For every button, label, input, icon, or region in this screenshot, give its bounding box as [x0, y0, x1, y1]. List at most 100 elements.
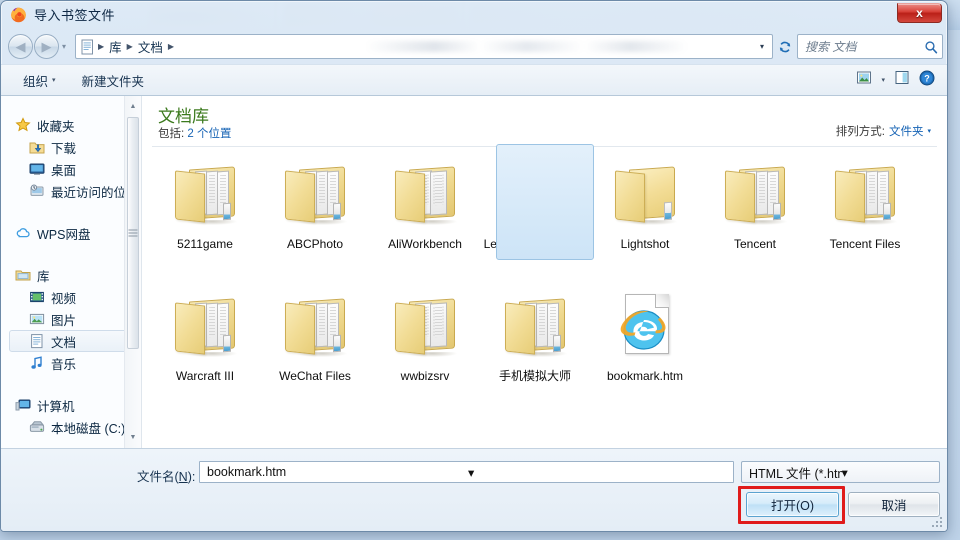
- items-row: Warcraft III WeChat Files wwbizsrv 手机模拟大…: [150, 144, 943, 418]
- address-dropdown-icon[interactable]: ▾: [757, 42, 770, 51]
- back-button[interactable]: ◀: [8, 34, 33, 59]
- item-thumbnail: [165, 292, 245, 364]
- filename-label-end: ):: [187, 470, 196, 484]
- navigation-bar: ◀ ▶ ▾ ▶ 库 ▶ 文档 ▶ ▾ 搜索 文档: [1, 30, 947, 64]
- sidebar-item-local-disk-c[interactable]: 本地磁盘 (C:): [1, 416, 141, 438]
- cancel-button[interactable]: 取消: [848, 492, 940, 517]
- sidebar-label: 视频: [51, 291, 77, 306]
- list-item[interactable]: WeChat Files: [260, 286, 370, 418]
- window-title: 导入书签文件: [34, 8, 116, 23]
- firefox-icon: [10, 6, 27, 23]
- back-arrow-icon: ◀: [15, 39, 26, 54]
- sidebar-item-recent-places[interactable]: 最近访问的位置: [1, 180, 141, 202]
- search-input[interactable]: 搜索 文档: [805, 38, 924, 55]
- library-title: 文档库: [158, 107, 209, 126]
- cloud-icon: [15, 225, 31, 241]
- title-bar[interactable]: 导入书签文件 x: [1, 1, 947, 30]
- item-label: ABCPhoto: [286, 237, 344, 251]
- sidebar-label: 下载: [51, 141, 77, 156]
- forward-button[interactable]: ▶: [34, 34, 59, 59]
- chevron-down-icon[interactable]: ▾: [927, 127, 931, 135]
- address-bar[interactable]: ▶ 库 ▶ 文档 ▶ ▾: [75, 34, 773, 59]
- breadcrumb-separator: ▶: [98, 42, 105, 51]
- documents-icon: [29, 333, 45, 349]
- filetype-select[interactable]: HTML 文件 (*.html;*.htm;*.sht ▾: [741, 461, 940, 483]
- chevron-down-icon: ▾: [52, 77, 56, 84]
- organize-button[interactable]: 组织 ▾: [23, 71, 56, 90]
- search-icon: [925, 40, 938, 53]
- scrollbar-thumb[interactable]: [127, 117, 139, 349]
- scroll-up-icon[interactable]: ▲: [125, 98, 141, 115]
- breadcrumb-item-library[interactable]: 库: [105, 37, 126, 56]
- breadcrumb-item-documents[interactable]: 文档: [134, 37, 167, 56]
- sidebar-item-favorites[interactable]: 收藏夹: [1, 114, 141, 136]
- item-label: AliWorkbench: [388, 237, 462, 251]
- filetype-value: HTML 文件 (*.html;*.htm;*.sht: [749, 466, 842, 481]
- internet-explorer-file-icon: [619, 294, 673, 360]
- view-mode-button[interactable]: [856, 70, 872, 90]
- folder-documents-icon: [393, 166, 457, 225]
- folder-icon: [833, 166, 897, 225]
- new-folder-button[interactable]: 新建文件夹: [82, 71, 145, 90]
- preview-pane-button[interactable]: [894, 70, 910, 90]
- cancel-button-label: 取消: [881, 499, 907, 513]
- sidebar-scrollbar[interactable]: ▲ ▼: [124, 96, 141, 448]
- view-mode-dropdown-icon[interactable]: ▾: [881, 76, 885, 84]
- svg-text:?: ?: [924, 73, 930, 83]
- sidebar-item-documents[interactable]: 文档: [9, 330, 137, 352]
- arrange-by-value[interactable]: 文件夹: [889, 123, 924, 139]
- list-item[interactable]: Tencent Files: [810, 154, 920, 286]
- sidebar-label: 桌面: [51, 163, 77, 178]
- recent-places-icon: [29, 183, 45, 199]
- search-box[interactable]: 搜索 文档: [797, 34, 943, 59]
- breadcrumb-separator[interactable]: ▶: [167, 42, 175, 51]
- computer-icon: [15, 397, 31, 413]
- list-item[interactable]: Tencent: [700, 154, 810, 286]
- sidebar-item-wps-cloud[interactable]: WPS网盘: [1, 222, 141, 244]
- sidebar-item-pictures[interactable]: 图片: [1, 308, 141, 330]
- library-locations-link[interactable]: 2 个位置: [187, 128, 231, 140]
- address-bar-empty-area[interactable]: [181, 41, 757, 52]
- list-item[interactable]: Lightshot: [590, 154, 700, 286]
- sidebar-label: WPS网盘: [37, 227, 91, 242]
- sidebar-item-videos[interactable]: 视频: [1, 286, 141, 308]
- toolbar-right-group: ▾ ?: [856, 70, 935, 91]
- sidebar-label: 文档: [51, 335, 77, 350]
- sidebar-group-libraries: 库 视频 图片 文档 音乐: [1, 264, 141, 374]
- list-item[interactable]: 5211game: [150, 154, 260, 286]
- sidebar-group-computer: 计算机 本地磁盘 (C:): [1, 394, 141, 438]
- refresh-button[interactable]: [775, 36, 795, 57]
- item-thumbnail: [275, 292, 355, 364]
- library-subtitle-prefix: 包括:: [158, 128, 188, 140]
- item-label: Tencent Files: [829, 237, 901, 251]
- list-item[interactable]: Warcraft III: [150, 286, 260, 418]
- close-button[interactable]: x: [897, 3, 942, 23]
- sidebar-item-computer[interactable]: 计算机: [1, 394, 141, 416]
- resize-grip-icon[interactable]: [931, 516, 942, 527]
- harddisk-icon: [29, 419, 45, 435]
- preview-pane-icon: [895, 71, 909, 84]
- item-label: 手机模拟大师: [498, 369, 571, 383]
- star-icon: [15, 117, 31, 133]
- sidebar-item-music[interactable]: 音乐: [1, 352, 141, 374]
- breadcrumb-separator: ▶: [126, 42, 133, 51]
- list-item[interactable]: 手机模拟大师: [480, 286, 590, 418]
- sidebar-group-favorites: 收藏夹 下载 桌面 最近访问的位置: [1, 114, 141, 202]
- list-item[interactable]: ABCPhoto: [260, 154, 370, 286]
- sidebar-item-libraries[interactable]: 库: [1, 264, 141, 286]
- list-item[interactable]: AliWorkbench: [370, 154, 480, 286]
- list-item[interactable]: wwbizsrv: [370, 286, 480, 418]
- item-label: Lightshot: [620, 237, 670, 251]
- sidebar-item-desktop[interactable]: 桌面: [1, 158, 141, 180]
- list-item-selected[interactable]: bookmark.htm: [495, 144, 700, 418]
- help-button[interactable]: ?: [919, 70, 935, 91]
- arrange-by-control[interactable]: 排列方式: 文件夹 ▾: [836, 123, 931, 139]
- forward-arrow-icon: ▶: [41, 39, 52, 54]
- scroll-down-icon[interactable]: ▼: [125, 429, 141, 446]
- item-label: wwbizsrv: [400, 369, 450, 383]
- filename-dropdown-icon[interactable]: ▾: [468, 465, 729, 480]
- library-header: 文档库 包括: 2 个位置 排列方式: 文件夹 ▾: [142, 96, 947, 146]
- filename-input[interactable]: bookmark.htm ▾: [199, 461, 734, 483]
- sidebar-item-downloads[interactable]: 下载: [1, 136, 141, 158]
- history-dropdown-button[interactable]: ▾: [62, 42, 66, 51]
